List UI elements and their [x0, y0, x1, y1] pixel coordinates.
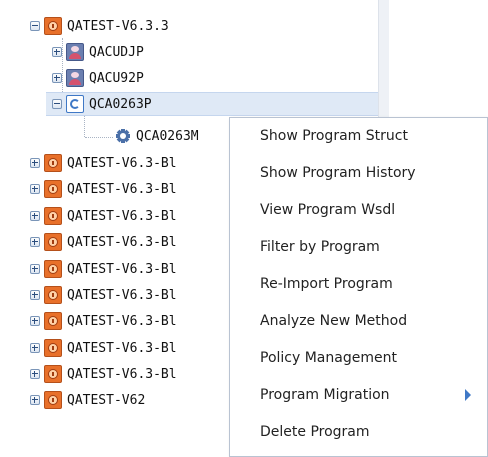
expand-icon[interactable] — [30, 264, 40, 274]
tree-node-system[interactable]: QATEST-V6.3-Bl — [30, 256, 177, 282]
menu-item-program-migration[interactable]: Program Migration — [230, 377, 487, 413]
system-icon — [44, 207, 62, 225]
menu-item-filter-by-program[interactable]: Filter by Program — [230, 229, 487, 265]
menu-item-delete-program[interactable]: Delete Program — [230, 414, 487, 450]
menu-item-label: Delete Program — [260, 424, 370, 440]
system-icon — [44, 312, 62, 330]
tree-node-system[interactable]: QATEST-V6.3-Bl — [30, 229, 177, 255]
system-icon — [44, 17, 62, 35]
tree-node-label: QATEST-V6.3-Bl — [67, 261, 177, 277]
tree-node-system[interactable]: QATEST-V6.3-Bl — [30, 203, 177, 229]
expand-icon[interactable] — [30, 211, 40, 221]
tree-node-system[interactable]: QATEST-V6.3-Bl — [30, 361, 177, 387]
tree-node-label: QATEST-V6.3-Bl — [67, 181, 177, 197]
expand-icon[interactable] — [52, 47, 62, 57]
tree-connector — [84, 115, 85, 137]
menu-item-label: Policy Management — [260, 350, 397, 366]
tree-node-label: QATEST-V6.3-Bl — [67, 366, 177, 382]
menu-item-label: Re-Import Program — [260, 276, 393, 292]
library-icon — [66, 69, 84, 87]
menu-item-view-program-wsdl[interactable]: View Program Wsdl — [230, 192, 487, 228]
expand-icon[interactable] — [30, 290, 40, 300]
menu-item-show-program-history[interactable]: Show Program History — [230, 155, 487, 191]
menu-item-show-program-struct[interactable]: Show Program Struct — [230, 118, 487, 154]
tree-node-label: QATEST-V6.3-Bl — [67, 208, 177, 224]
menu-item-label: View Program Wsdl — [260, 202, 396, 218]
collapse-icon[interactable] — [52, 99, 62, 109]
tree-node-label: QCA0263M — [136, 128, 199, 144]
menu-item-label: Filter by Program — [260, 239, 380, 255]
tree-node-label: QATEST-V6.3-Bl — [67, 313, 177, 329]
system-icon — [44, 154, 62, 172]
expand-icon[interactable] — [30, 316, 40, 326]
system-icon — [44, 286, 62, 304]
program-icon — [66, 95, 84, 113]
expand-icon[interactable] — [30, 237, 40, 247]
system-icon — [44, 339, 62, 357]
tree-node-label: QCA0263P — [89, 96, 152, 112]
tree-node-label: QATEST-V6.3-Bl — [67, 340, 177, 356]
tree-node-system[interactable]: QATEST-V6.3.3 — [30, 13, 169, 39]
collapse-icon[interactable] — [30, 21, 40, 31]
tree-node-system[interactable]: QATEST-V6.3-Bl — [30, 335, 177, 361]
library-icon — [66, 43, 84, 61]
tree-node-system[interactable]: QATEST-V6.3-Bl — [30, 308, 177, 334]
tree-node-library[interactable]: QACUDJP — [52, 39, 144, 65]
context-menu: Show Program Struct Show Program History… — [229, 117, 488, 457]
menu-item-label: Show Program History — [260, 165, 416, 181]
expand-icon[interactable] — [30, 369, 40, 379]
tree-node-program-selected[interactable]: QCA0263P — [46, 92, 378, 116]
tree-node-label: QACUDJP — [89, 44, 144, 60]
system-icon — [44, 233, 62, 251]
system-icon — [44, 260, 62, 278]
tree-node-system[interactable]: QATEST-V6.3-Bl — [30, 282, 177, 308]
tree-node-system[interactable]: QATEST-V6.3-Bl — [30, 150, 177, 176]
tree-node-method[interactable]: QCA0263M — [116, 123, 199, 149]
tree-node-system[interactable]: QATEST-V62 — [30, 387, 145, 413]
expand-icon[interactable] — [52, 73, 62, 83]
menu-item-policy-management[interactable]: Policy Management — [230, 340, 487, 376]
tree-node-label: QATEST-V6.3-Bl — [67, 287, 177, 303]
system-icon — [44, 391, 62, 409]
menu-item-label: Analyze New Method — [260, 313, 408, 329]
tree-node-library[interactable]: QACU92P — [52, 65, 144, 91]
submenu-arrow-icon — [465, 389, 471, 401]
tree-node-label: QACU92P — [89, 70, 144, 86]
tree-connector — [85, 137, 113, 138]
expand-icon[interactable] — [30, 343, 40, 353]
system-icon — [44, 365, 62, 383]
tree-node-label: QATEST-V6.3-Bl — [67, 234, 177, 250]
expand-icon[interactable] — [30, 395, 40, 405]
tree-node-label: QATEST-V6.3-Bl — [67, 155, 177, 171]
tree-node-label: QATEST-V62 — [67, 392, 146, 408]
tree-node-system[interactable]: QATEST-V6.3-Bl — [30, 176, 177, 202]
tree-node-label: QATEST-V6.3.3 — [67, 18, 169, 34]
gear-icon — [116, 129, 130, 143]
menu-item-re-import-program[interactable]: Re-Import Program — [230, 266, 487, 302]
menu-item-analyze-new-method[interactable]: Analyze New Method — [230, 303, 487, 339]
expand-icon[interactable] — [30, 184, 40, 194]
menu-item-label: Program Migration — [260, 387, 390, 403]
system-icon — [44, 180, 62, 198]
menu-item-label: Show Program Struct — [260, 128, 408, 144]
expand-icon[interactable] — [30, 158, 40, 168]
